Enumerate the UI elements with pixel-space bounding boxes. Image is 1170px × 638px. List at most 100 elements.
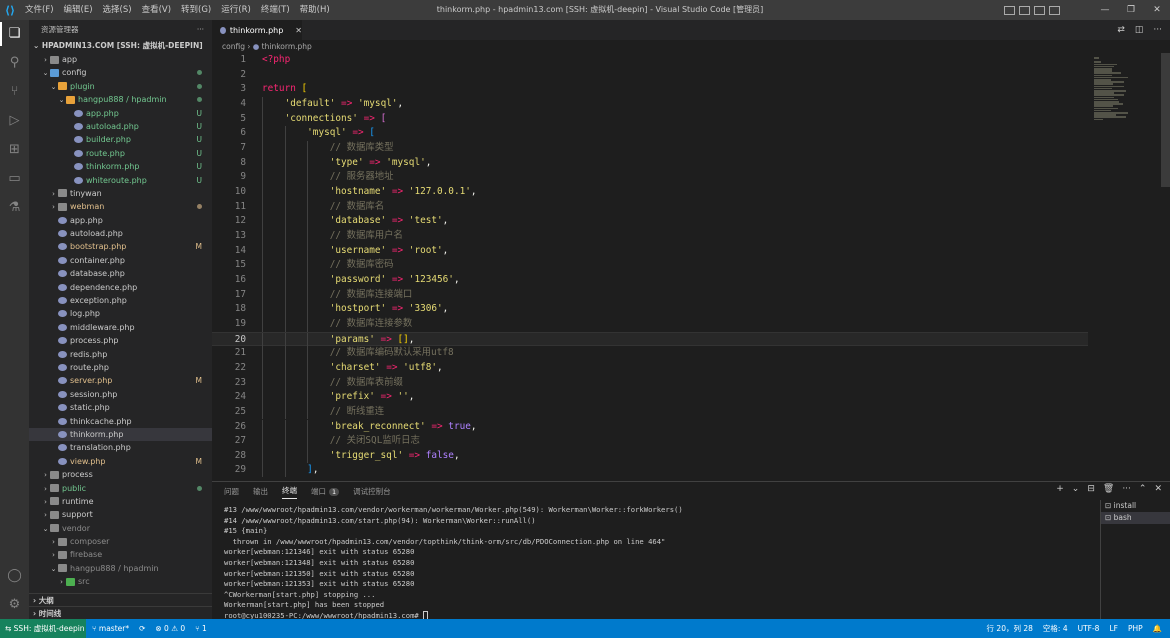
tree-item[interactable]: › process [29, 468, 212, 481]
code-line[interactable]: 13 // 数据库用户名 [212, 228, 1088, 244]
ports-indicator[interactable]: ⑂ 1 [195, 619, 207, 638]
code-line[interactable]: 23 // 数据库表前缀 [212, 375, 1088, 391]
toggle-secondary-sidebar-icon[interactable] [1034, 5, 1045, 15]
more-actions-icon[interactable]: ··· [197, 25, 204, 34]
tree-item[interactable]: builder.php U [29, 133, 212, 146]
code-line[interactable]: 8 'type' => 'mysql', [212, 155, 1088, 171]
tree-item[interactable]: bootstrap.php M [29, 240, 212, 253]
panel-tab[interactable]: 输出 [253, 486, 268, 497]
menu-item[interactable]: 帮助(H) [295, 0, 335, 20]
tree-item[interactable]: redis.php [29, 348, 212, 361]
code-line[interactable]: 24 'prefix' => '', [212, 390, 1088, 405]
tree-item[interactable]: app.php U [29, 107, 212, 120]
testing-icon[interactable]: ⚗ [7, 200, 22, 215]
source-control-icon[interactable]: ⑂ [7, 84, 22, 99]
tree-item[interactable]: session.php [29, 388, 212, 401]
cursor-position[interactable]: 行 20，列 28 [987, 619, 1033, 638]
timeline-section[interactable]: › 时间线 [29, 606, 212, 619]
explorer-icon[interactable]: ❏ [7, 26, 22, 41]
new-terminal-icon[interactable]: + [1056, 484, 1064, 494]
problems-indicator[interactable]: ⊗ 0 ⚠ 0 [155, 619, 185, 638]
terminal-instance[interactable]: ⊡ install [1101, 500, 1170, 512]
tree-item[interactable]: › app [29, 53, 212, 66]
close-tab-icon[interactable]: ✕ [295, 26, 302, 35]
code-editor[interactable]: 1 <?php 2 3 return [4 'default' => 'mysql', 5… [212, 53, 1088, 477]
terminal-instance[interactable]: ⊡ bash [1101, 512, 1170, 524]
tree-item[interactable]: ⌄ config [29, 66, 212, 79]
code-line[interactable]: 12 'database' => 'test', [212, 214, 1088, 229]
code-line[interactable]: 4 'default' => 'mysql', [212, 96, 1088, 112]
extensions-icon[interactable]: ⊞ [7, 142, 22, 157]
tree-item[interactable]: › webman [29, 200, 212, 213]
tree-item[interactable]: view.php M [29, 455, 212, 468]
tree-item[interactable]: › composer [29, 535, 212, 548]
tree-item[interactable]: ⌄ hangpu888 / hpadmin [29, 562, 212, 575]
run-debug-icon[interactable]: ▷ [7, 113, 22, 128]
toggle-sidebar-icon[interactable] [1004, 5, 1015, 15]
more-actions-icon[interactable]: ··· [1153, 25, 1162, 35]
panel-tab[interactable]: 终端 [282, 484, 297, 499]
code-line[interactable]: 20 'params' => [], [212, 331, 1088, 348]
tree-item[interactable]: › public [29, 482, 212, 495]
toggle-panel-icon[interactable] [1019, 5, 1030, 15]
remote-indicator[interactable]: ⇆ SSH: 虚拟机-deepin [0, 619, 86, 638]
menu-item[interactable]: 终端(T) [256, 0, 295, 20]
menu-item[interactable]: 运行(R) [216, 0, 256, 20]
tree-item[interactable]: database.php [29, 267, 212, 280]
code-line[interactable]: 18 'hostport' => '3306', [212, 302, 1088, 317]
menu-item[interactable]: 编辑(E) [59, 0, 98, 20]
maximize-icon[interactable]: ❐ [1118, 0, 1144, 20]
code-line[interactable]: 29 ], [212, 463, 1088, 477]
split-editor-icon[interactable]: ◫ [1135, 25, 1144, 35]
tree-item[interactable]: ⌄ hangpu888 / hpadmin [29, 93, 212, 106]
tree-item[interactable]: ⌄ plugin [29, 80, 212, 93]
tree-item[interactable]: autoload.php [29, 227, 212, 240]
split-terminal-icon[interactable]: ⊟ [1087, 484, 1095, 494]
code-line[interactable]: 10 'hostname' => '127.0.0.1', [212, 184, 1088, 200]
manage-gear-icon[interactable]: ⚙ [7, 597, 22, 612]
code-line[interactable]: 5 'connections' => [ [212, 111, 1088, 127]
tree-item[interactable]: thinkcache.php [29, 415, 212, 428]
tree-item[interactable]: ⌄ vendor [29, 522, 212, 535]
search-icon[interactable]: ⚲ [7, 55, 22, 70]
breadcrumb-folder[interactable]: config [222, 42, 245, 51]
code-line[interactable]: 21 // 数据库编码默认采用utf8 [212, 346, 1088, 361]
code-line[interactable]: 19 // 数据库连接参数 [212, 316, 1088, 332]
tree-item[interactable]: translation.php [29, 441, 212, 454]
kill-terminal-icon[interactable]: 🗑 [1103, 484, 1114, 494]
tree-item[interactable]: › runtime [29, 495, 212, 508]
tree-item[interactable]: dependence.php [29, 281, 212, 294]
tree-item[interactable]: route.php [29, 361, 212, 374]
tree-item[interactable]: › tinywan [29, 187, 212, 200]
customize-layout-icon[interactable] [1049, 5, 1060, 15]
minimize-icon[interactable]: — [1092, 0, 1118, 20]
outline-section[interactable]: › 大纲 [29, 593, 212, 606]
code-line[interactable]: 9 // 服务器地址 [212, 170, 1088, 185]
tab-thinkorm[interactable]: thinkorm.php ✕ [212, 20, 302, 40]
language-mode[interactable]: PHP [1128, 619, 1143, 638]
code-line[interactable]: 28 'trigger_sql' => false, [212, 448, 1088, 464]
encoding[interactable]: UTF-8 [1078, 619, 1100, 638]
code-line[interactable]: 26 'break_reconnect' => true, [212, 419, 1088, 435]
code-line[interactable]: 25 // 断线重连 [212, 404, 1088, 420]
code-line[interactable]: 2 [212, 68, 1088, 83]
tree-item[interactable]: middleware.php [29, 321, 212, 334]
code-line[interactable]: 27 // 关闭SQL监听日志 [212, 434, 1088, 449]
code-line[interactable]: 1 <?php [212, 53, 1088, 68]
code-line[interactable]: 15 // 数据库密码 [212, 258, 1088, 273]
menu-item[interactable]: 查看(V) [137, 0, 176, 20]
breadcrumb-file[interactable]: thinkorm.php [262, 42, 312, 51]
end-of-line[interactable]: LF [1109, 619, 1118, 638]
remote-explorer-icon[interactable]: ▭ [7, 171, 22, 186]
open-changes-icon[interactable]: ⇄ [1117, 25, 1125, 35]
tree-item[interactable]: static.php [29, 401, 212, 414]
tree-item[interactable]: › src [29, 575, 212, 588]
tree-item[interactable]: process.php [29, 334, 212, 347]
indentation[interactable]: 空格: 4 [1043, 619, 1068, 638]
tree-item[interactable]: › firebase [29, 548, 212, 561]
tree-item[interactable]: thinkorm.php [29, 427, 212, 442]
editor-scrollbar[interactable] [1160, 53, 1170, 477]
code-line[interactable]: 22 'charset' => 'utf8', [212, 360, 1088, 376]
tree-item[interactable]: thinkorm.php U [29, 160, 212, 173]
code-line[interactable]: 14 'username' => 'root', [212, 243, 1088, 259]
